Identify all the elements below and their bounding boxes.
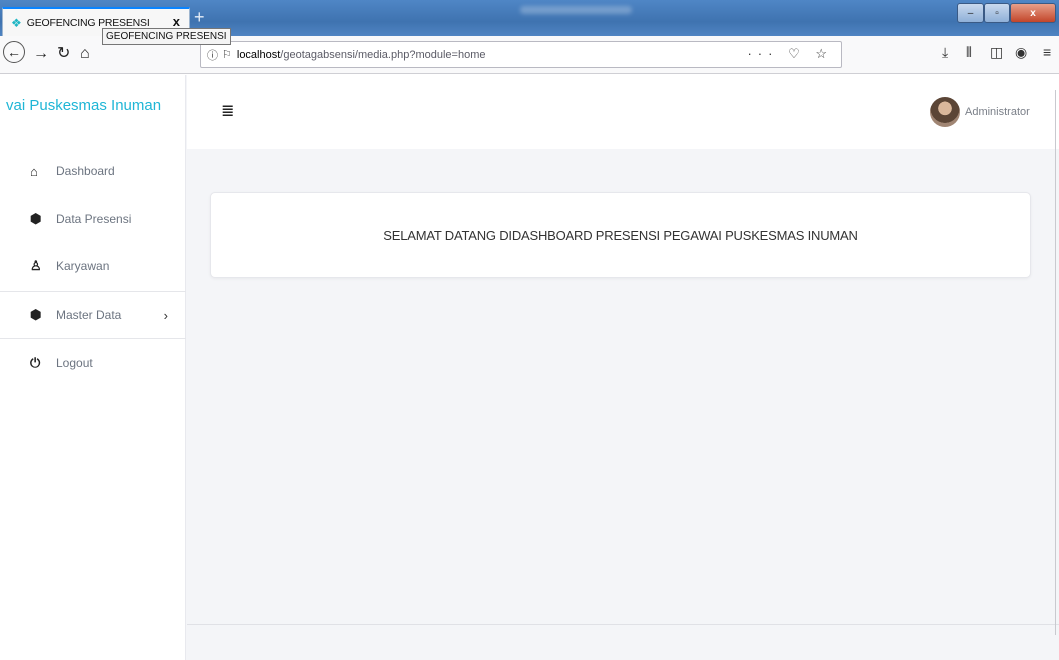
sidebar-item-karyawan[interactable]: ♙ Karyawan [0,242,186,290]
sidebar-item-label: Data Presensi [56,212,132,226]
avatar[interactable] [930,97,960,127]
url-text[interactable]: localhost/geotagabsensi/media.php?module… [237,49,486,61]
maximize-button[interactable]: ▫ [984,3,1010,23]
site-favicon-icon: ❖ [11,15,22,30]
sidebar-toggle-icon[interactable]: ◫ [990,44,1003,61]
info-icon[interactable]: ⓘ [207,47,218,63]
tab-title: GEOFENCING PRESENSI [26,16,150,29]
reload-button[interactable]: ↻ [57,44,70,64]
chevron-right-icon: › [163,307,168,323]
window-title [520,6,632,14]
app-brand[interactable]: vai Puskesmas Inuman [6,97,161,114]
cube-icon: ⬢ [30,307,42,322]
sidebar-item-label: Dashboard [56,164,115,178]
sidebar-item-label: Master Data [56,308,122,322]
welcome-card: SELAMAT DATANG DIDASHBOARD PRESENSI PEGA… [210,192,1031,278]
tab-tooltip: GEOFENCING PRESENSI [102,28,231,45]
scrollbar[interactable] [1055,90,1059,635]
cube-icon: ⬢ [30,211,42,226]
minimize-button[interactable]: – [957,3,984,23]
sidebar-item-dashboard[interactable]: ⌂ Dashboard [0,147,186,195]
footer-divider [187,624,1059,625]
address-bar[interactable]: ⓘ ⚐ localhost/geotagabsensi/media.php?mo… [200,41,842,68]
home-icon: ⌂ [30,163,38,179]
tab-close-icon[interactable]: x [173,14,180,29]
top-header: ≣ Administrator [187,75,1059,149]
user-icon: ♙ [30,258,42,273]
forward-button[interactable]: → [33,44,49,64]
library-icon[interactable]: ⫴ [966,44,972,61]
permissions-icon[interactable]: ⚐ [222,48,232,61]
url-path: /geotagabsensi/media.php?module=home [280,48,486,61]
account-icon[interactable]: ◉ [1015,44,1027,61]
sidebar-item-label: Karyawan [56,259,110,273]
hamburger-menu-icon[interactable]: ≣ [221,104,234,120]
welcome-message: SELAMAT DATANG DIDASHBOARD PRESENSI PEGA… [383,227,858,243]
user-name[interactable]: Administrator [965,106,1030,118]
sidebar: vai Puskesmas Inuman ⌂ Dashboard ⬢ Data … [0,75,186,660]
power-icon: ⏻ [30,355,41,370]
sidebar-item-label: Logout [56,356,93,370]
page-actions[interactable]: ··· ♡ ☆ [747,46,833,62]
sidebar-item-logout[interactable]: ⏻ Logout [0,339,186,387]
download-icon[interactable]: ⤓ [942,44,948,61]
new-tab-button[interactable]: + [194,7,205,27]
close-window-button[interactable]: x [1010,3,1056,23]
sidebar-item-data-presensi[interactable]: ⬢ Data Presensi [0,195,186,243]
page-content: vai Puskesmas Inuman ⌂ Dashboard ⬢ Data … [0,75,1059,660]
menu-icon[interactable]: ≡ [1043,44,1051,60]
url-host: localhost [236,48,281,61]
arrow-left-icon: ← [7,44,21,60]
sidebar-item-master-data[interactable]: ⬢ Master Data › [0,291,186,339]
home-button[interactable]: ⌂ [80,44,90,64]
back-button[interactable]: ← [3,41,25,63]
